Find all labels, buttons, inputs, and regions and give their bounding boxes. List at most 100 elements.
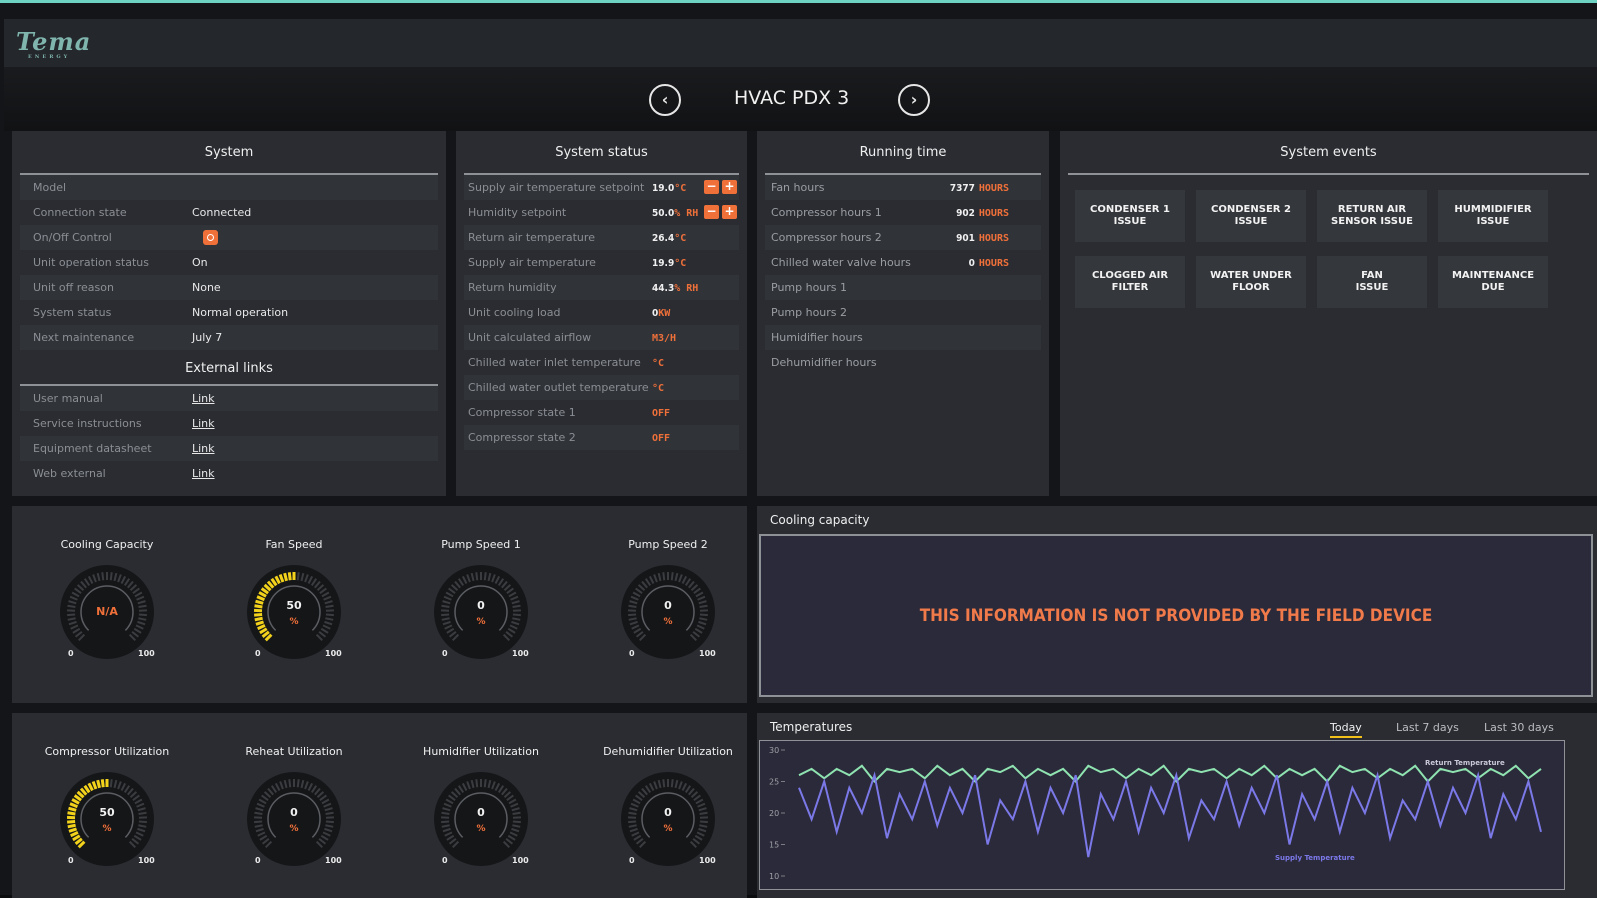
gauge-tick [441, 615, 449, 616]
increase-button[interactable]: + [722, 180, 737, 194]
gauge-tick [628, 813, 636, 814]
running-time-value [1005, 325, 1009, 351]
external-link[interactable]: Link [192, 411, 215, 436]
system-status-title: System status [464, 131, 739, 175]
status-row-value: OFF [652, 425, 670, 451]
gauge-unit: % [476, 824, 485, 834]
status-row: Unit cooling load0KW [464, 300, 739, 325]
gauge-tick [256, 601, 264, 603]
event-button[interactable]: HUMMIDIFIERISSUE [1438, 190, 1548, 242]
running-time-label: Compressor hours 2 [771, 225, 882, 250]
gauge-max: 100 [699, 856, 716, 865]
event-label-line: FAN [1356, 270, 1389, 282]
status-row-label: Compressor state 2 [468, 425, 576, 450]
gauge: Humidifier Utilization0%0100 [406, 713, 556, 869]
gauge-dial: 0% [431, 769, 531, 869]
gauge-tick [139, 813, 147, 814]
external-link[interactable]: Link [192, 461, 215, 486]
event-button[interactable]: RETURN AIRSENSOR ISSUE [1317, 190, 1427, 242]
decrease-button[interactable]: − [704, 205, 719, 219]
gauge-max: 100 [512, 649, 529, 658]
running-time-row: Chilled water valve hours 0HOURS [765, 250, 1041, 275]
event-button[interactable]: CONDENSER 1ISSUE [1075, 190, 1185, 242]
external-link[interactable]: Link [192, 386, 215, 411]
cooling-capacity-panel: Cooling capacity THIS INFORMATION IS NOT… [757, 506, 1597, 703]
event-label-line: CONDENSER 2 [1211, 204, 1291, 216]
event-button[interactable]: CLOGGED AIRFILTER [1075, 256, 1185, 308]
running-time-label: Dehumidifier hours [771, 350, 877, 375]
running-time-unit: HOURS [979, 258, 1009, 269]
status-row: Unit calculated airflowM3/H [464, 325, 739, 350]
prev-unit-button[interactable]: ‹ [649, 84, 681, 116]
gauge-tick [67, 813, 75, 814]
range-7-days-tab[interactable]: Last 7 days [1396, 721, 1459, 734]
event-label-line: ISSUE [1454, 216, 1531, 228]
system-rows: ModelConnection stateConnectedOn/Off Con… [20, 175, 438, 350]
gauge-tick [254, 606, 262, 607]
gauge-tick [67, 606, 75, 607]
event-label: HUMMIDIFIERISSUE [1454, 204, 1531, 228]
status-row: Return air temperature26.4°C [464, 225, 739, 250]
external-link-row: Web externalLink [20, 461, 438, 486]
y-tick-label: 25 [769, 778, 779, 787]
event-button[interactable]: CONDENSER 2ISSUE [1196, 190, 1306, 242]
running-time-panel: Running time Fan hours7377HOURSCompresso… [757, 131, 1049, 496]
gauge-max: 100 [325, 649, 342, 658]
gauge-dial: 0% [431, 562, 531, 662]
running-time-row: Compressor hours 1902HOURS [765, 200, 1041, 225]
gauge-tick [102, 779, 103, 787]
running-time-label: Fan hours [771, 175, 824, 200]
next-unit-button[interactable]: › [898, 84, 930, 116]
running-time-label: Compressor hours 1 [771, 200, 882, 225]
gauge-max: 100 [699, 649, 716, 658]
gauge-tick [289, 572, 290, 580]
gauge-tick [139, 615, 147, 616]
running-time-value: 0HOURS [969, 250, 1009, 276]
event-label-line: CONDENSER 1 [1090, 204, 1170, 216]
top-bar: TemaENERGY [4, 19, 1597, 67]
system-status-panel: System status Supply air temperature set… [456, 131, 747, 496]
range-30-days-tab[interactable]: Last 30 days [1484, 721, 1554, 734]
gauge-tick [485, 779, 486, 787]
brand-logo[interactable]: TemaENERGY [16, 27, 91, 56]
running-time-number: 7377 [950, 183, 975, 194]
external-link[interactable]: Link [192, 436, 215, 461]
system-row-label: Next maintenance [33, 325, 134, 350]
increase-button[interactable]: + [722, 205, 737, 219]
running-time-unit: HOURS [979, 233, 1009, 244]
event-label-line: ISSUE [1211, 216, 1291, 228]
system-row: Model [20, 175, 438, 200]
running-time-value: 7377HOURS [950, 175, 1009, 201]
status-row-value: 26.4°C [652, 225, 686, 251]
running-time-label: Chilled water valve hours [771, 250, 911, 275]
status-value-unit: °C [652, 383, 664, 394]
gauge: Dehumidifier Utilization0%0100 [593, 713, 743, 869]
gauge-tick [663, 572, 664, 580]
event-button[interactable]: FANISSUE [1317, 256, 1427, 308]
event-button[interactable]: MAINTENANCEDUE [1438, 256, 1548, 308]
status-row: Chilled water outlet temperature°C [464, 375, 739, 400]
status-row: Return humidity44.3% RH [464, 275, 739, 300]
gauge-unit: % [102, 824, 111, 834]
gauge-tick [441, 813, 449, 814]
gauge: Cooling CapacityN/A0100 [32, 506, 182, 662]
system-row-value: July 7 [192, 325, 222, 350]
gauge-tick [700, 822, 708, 823]
gauge-tick [69, 808, 77, 810]
gauge-value: 50 [99, 806, 115, 819]
status-value-unit: OFF [652, 433, 670, 444]
power-toggle-icon[interactable] [203, 230, 218, 245]
event-button[interactable]: WATER UNDERFLOOR [1196, 256, 1306, 308]
status-value-unit: OFF [652, 408, 670, 419]
system-row-value: Connected [192, 200, 251, 225]
status-value-unit: °C [652, 358, 664, 369]
gauge-tick [672, 572, 673, 580]
running-time-value [1005, 275, 1009, 301]
y-tick-label: 15 [769, 841, 779, 850]
status-row-label: Return humidity [468, 275, 557, 300]
y-tick-label: 20 [769, 809, 779, 818]
running-time-number: 902 [956, 208, 975, 219]
decrease-button[interactable]: − [704, 180, 719, 194]
running-time-label: Pump hours 1 [771, 275, 847, 300]
range-today-tab[interactable]: Today [1330, 721, 1362, 738]
